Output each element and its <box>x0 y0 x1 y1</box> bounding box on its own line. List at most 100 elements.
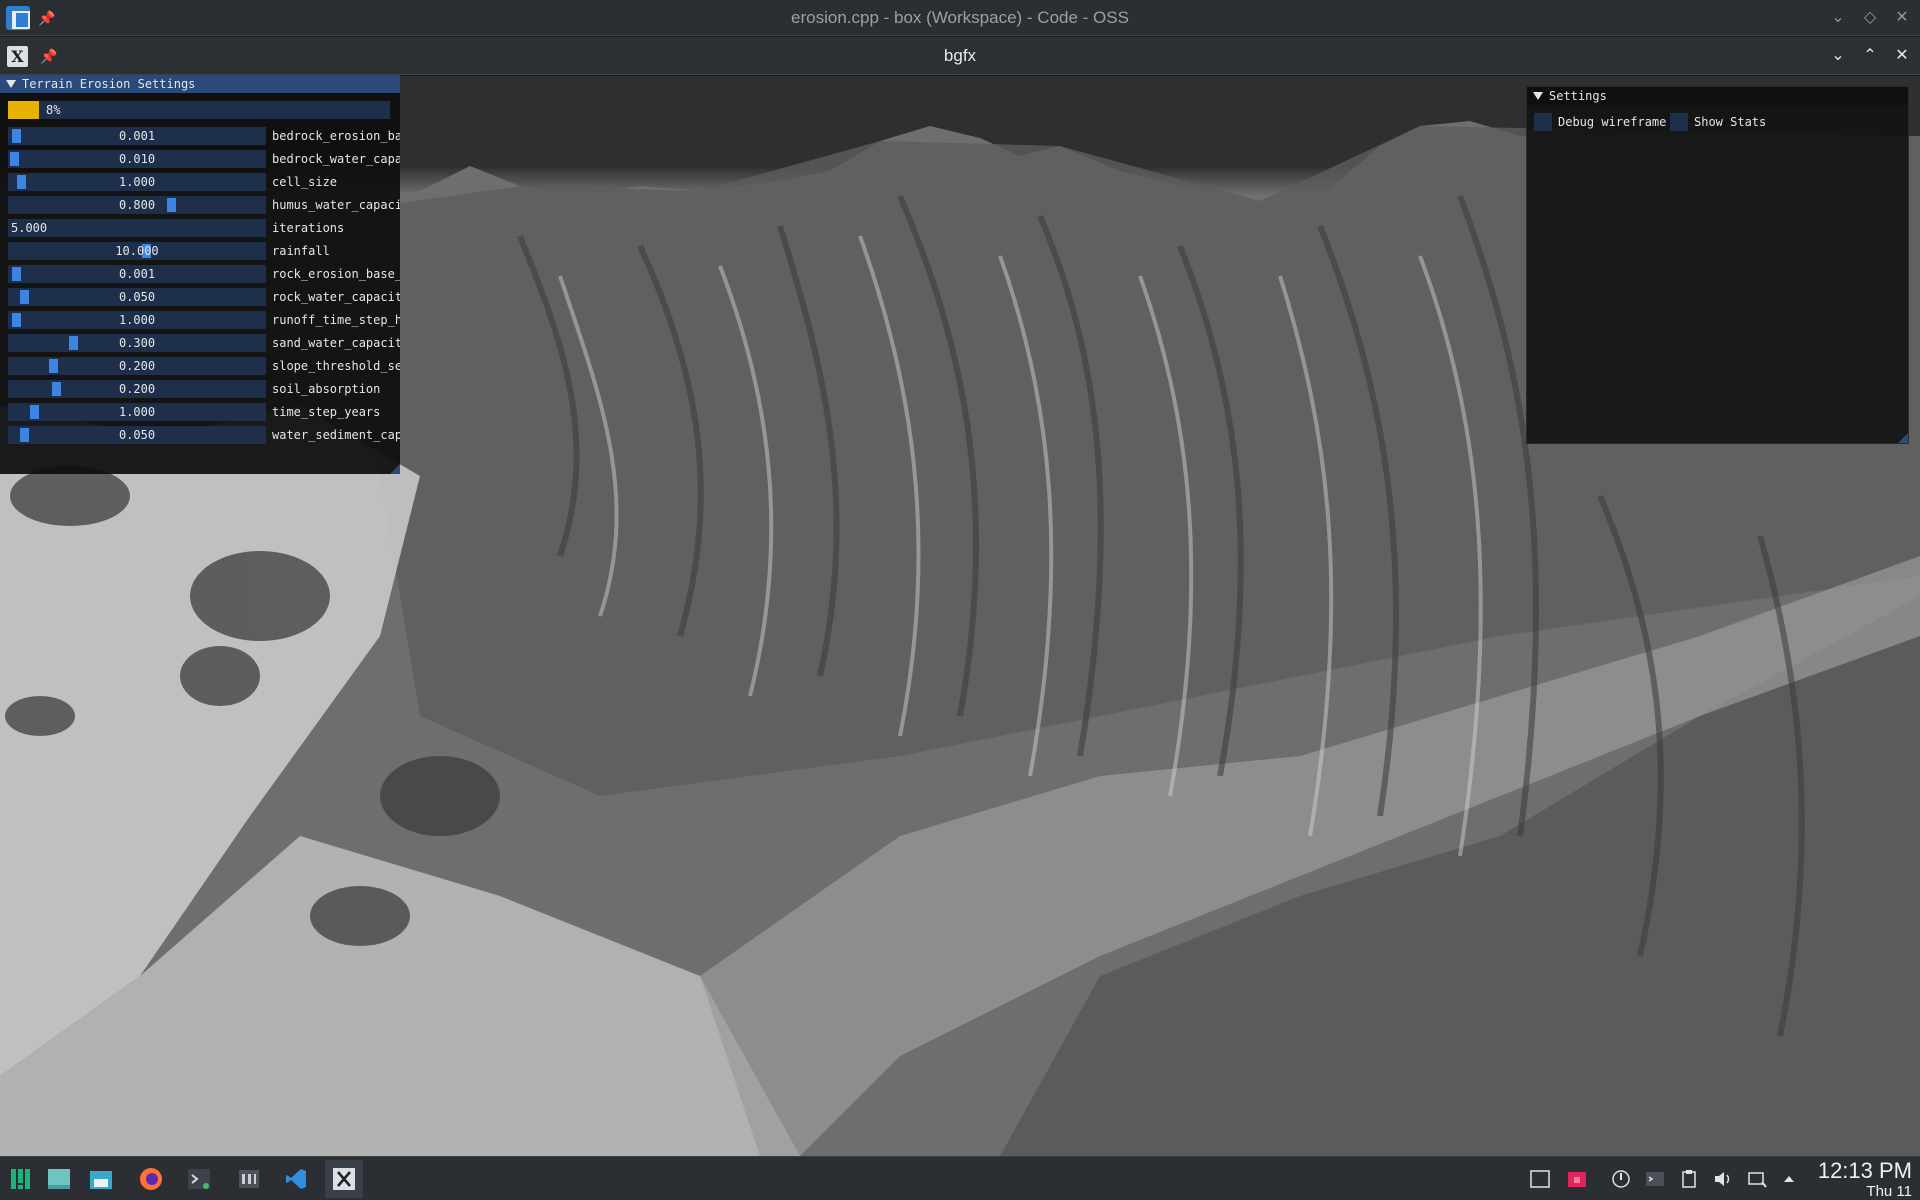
param-slider[interactable]: 0.050 <box>8 426 266 444</box>
close-button[interactable]: ✕ <box>1892 46 1912 66</box>
param-label: cell_size <box>272 175 338 189</box>
settings-panel-header[interactable]: Settings <box>1527 87 1908 105</box>
param-value: 0.800 <box>118 198 156 212</box>
resize-grip[interactable] <box>390 464 400 474</box>
param-row: 0.001 bedrock_erosion_ba <box>8 127 400 145</box>
param-value: 10.000 <box>115 244 159 258</box>
param-value: 0.001 <box>118 267 156 281</box>
param-slider[interactable]: 0.200 <box>8 357 266 375</box>
show-desktop-button[interactable] <box>40 1160 78 1198</box>
param-value: 1.000 <box>118 405 156 419</box>
param-row: 1.000 cell_size <box>8 173 400 191</box>
firefox-icon <box>140 1168 162 1190</box>
update-notifier-icon[interactable] <box>1567 1169 1587 1189</box>
app-launcher-icon <box>11 1169 30 1189</box>
checkbox-label: Show Stats <box>1694 115 1767 129</box>
param-row: 0.200 slope_threshold_se <box>8 357 400 375</box>
param-label: rainfall <box>272 244 330 258</box>
settings-panel[interactable]: Settings Debug wireframe Show Stats <box>1526 86 1909 444</box>
param-slider[interactable]: 0.001 <box>8 127 266 145</box>
settings-app-button[interactable] <box>230 1160 268 1198</box>
progress-label: 8% <box>46 103 61 117</box>
param-slider[interactable]: 0.300 <box>8 334 266 352</box>
checkbox-box[interactable] <box>1534 113 1552 131</box>
vscode-icon <box>286 1169 306 1189</box>
param-value: 0.050 <box>118 290 156 304</box>
param-label: rock_erosion_base_ <box>272 267 400 281</box>
tray-expand-icon[interactable] <box>1779 1169 1799 1189</box>
param-value: 5.000 <box>11 221 48 235</box>
checkbox-label: Debug wireframe <box>1558 115 1667 129</box>
param-label: bedrock_erosion_ba <box>272 129 400 143</box>
settings-app-icon <box>239 1170 259 1188</box>
param-slider[interactable]: 10.000 <box>8 242 266 260</box>
outer-window-title: erosion.cpp - box (Workspace) - Code - O… <box>791 8 1129 27</box>
window-list-icon[interactable] <box>1530 1169 1550 1189</box>
param-slider[interactable]: 1.000 <box>8 403 266 421</box>
param-input-field[interactable]: 5.000 <box>8 219 266 237</box>
param-slider[interactable]: 1.000 <box>8 311 266 329</box>
terrain-erosion-panel-header[interactable]: Terrain Erosion Settings <box>0 75 400 93</box>
network-icon[interactable] <box>1747 1169 1767 1189</box>
terminal-icon <box>188 1169 210 1189</box>
terminal-button[interactable] <box>180 1160 218 1198</box>
param-slider[interactable]: 0.800 <box>8 196 266 214</box>
param-slider[interactable]: 0.050 <box>8 288 266 306</box>
desktop-icon <box>48 1169 70 1189</box>
panel-title: Terrain Erosion Settings <box>22 77 196 91</box>
param-row: 0.050 water_sediment_cap <box>8 426 400 444</box>
vscode-button[interactable] <box>277 1160 315 1198</box>
param-value: 0.001 <box>118 129 156 143</box>
param-value: 0.010 <box>118 152 156 166</box>
param-label: sand_water_capacit <box>272 336 400 350</box>
app-launcher-button[interactable] <box>2 1160 40 1198</box>
param-value: 0.300 <box>118 336 156 350</box>
maximize-button[interactable]: ⌃ <box>1860 46 1880 66</box>
outer-window-titlebar: 📌 erosion.cpp - box (Workspace) - Code -… <box>0 0 1920 36</box>
param-label: soil_absorption <box>272 382 381 396</box>
volume-icon[interactable] <box>1713 1169 1733 1189</box>
param-slider[interactable]: 1.000 <box>8 173 266 191</box>
minimize-button[interactable]: ⌄ <box>1828 46 1848 66</box>
terminal-tray-icon[interactable] <box>1645 1169 1665 1189</box>
param-row: 1.000 runoff_time_step_h <box>8 311 400 329</box>
param-value: 1.000 <box>118 175 156 189</box>
clock-time: 12:13 PM <box>1817 1158 1912 1183</box>
firefox-button[interactable] <box>132 1160 170 1198</box>
param-value: 0.200 <box>118 382 156 396</box>
param-row: 5.000 iterations <box>8 219 400 237</box>
terrain-erosion-panel[interactable]: Terrain Erosion Settings 8% 0.001 bedrock… <box>0 75 400 474</box>
param-value: 1.000 <box>118 313 156 327</box>
param-slider[interactable]: 0.010 <box>8 150 266 168</box>
maximize-button[interactable]: ◇ <box>1860 8 1880 28</box>
close-button[interactable]: ✕ <box>1892 8 1912 28</box>
file-manager-icon <box>90 1171 112 1189</box>
param-row: 1.000 time_step_years <box>8 403 400 421</box>
param-label: water_sediment_cap <box>272 428 400 442</box>
erosion-progress-bar: 8% <box>8 101 390 119</box>
collapse-triangle-icon[interactable] <box>1533 91 1543 100</box>
clock[interactable]: 12:13 PM Thu 11 <box>1818 1159 1912 1200</box>
param-row: 0.001 rock_erosion_base_ <box>8 265 400 283</box>
power-icon[interactable] <box>1611 1169 1631 1189</box>
param-label: humus_water_capaci <box>272 198 400 212</box>
param-label: slope_threshold_se <box>272 359 400 373</box>
param-label: time_step_years <box>272 405 381 419</box>
resize-grip[interactable] <box>1898 433 1908 443</box>
file-manager-button[interactable] <box>82 1160 120 1198</box>
param-label: rock_water_capacit <box>272 290 400 304</box>
bgfx-app-button[interactable] <box>325 1160 363 1198</box>
param-row: 0.800 humus_water_capaci <box>8 196 400 214</box>
param-value: 0.200 <box>118 359 156 373</box>
param-row: 0.050 rock_water_capacit <box>8 288 400 306</box>
collapse-triangle-icon[interactable] <box>6 79 16 88</box>
clipboard-icon[interactable] <box>1679 1169 1699 1189</box>
param-label: runoff_time_step_h <box>272 313 400 327</box>
param-slider[interactable]: 0.001 <box>8 265 266 283</box>
param-value: 0.050 <box>118 428 156 442</box>
param-slider[interactable]: 0.200 <box>8 380 266 398</box>
minimize-button[interactable]: ⌄ <box>1828 8 1848 28</box>
bgfx-window-title: bgfx <box>943 46 977 65</box>
clock-date: Thu 11 <box>1866 1183 1912 1200</box>
checkbox-box[interactable] <box>1670 113 1688 131</box>
